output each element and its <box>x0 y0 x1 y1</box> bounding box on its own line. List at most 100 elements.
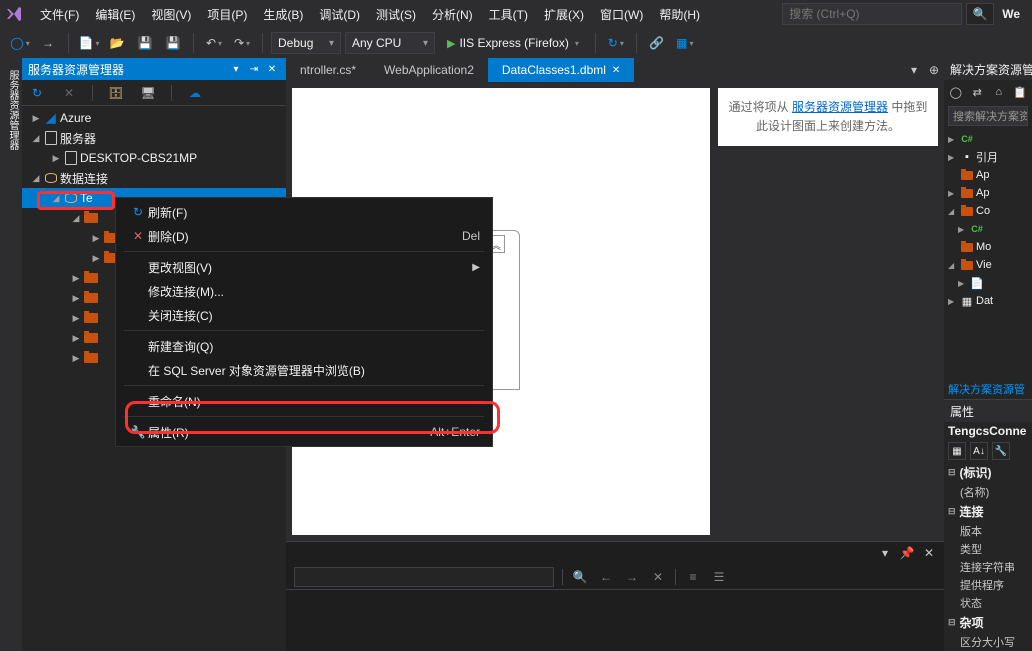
prop-row[interactable]: 版本 <box>944 522 1032 540</box>
panel-close-icon[interactable]: ✕ <box>264 61 280 77</box>
menu-debug[interactable]: 调试(D) <box>311 2 368 27</box>
ctx-properties[interactable]: 🔧 属性(R) Alt+Enter <box>118 420 490 444</box>
prop-row[interactable]: 区分大小写 <box>944 633 1032 651</box>
output-next-icon[interactable]: → <box>623 568 641 586</box>
azure-icon[interactable]: ☁ <box>186 84 204 102</box>
menu-window[interactable]: 窗口(W) <box>592 2 651 27</box>
menu-build[interactable]: 生成(B) <box>255 2 311 27</box>
ext-button[interactable]: ▦▾ <box>673 31 697 55</box>
output-prev-icon[interactable]: ← <box>597 568 615 586</box>
menu-edit[interactable]: 编辑(E) <box>87 2 143 27</box>
expander-icon[interactable]: ▶ <box>90 253 102 264</box>
platform-dropdown[interactable]: Any CPU <box>345 32 435 54</box>
expander-icon[interactable]: ◢ <box>50 193 62 204</box>
tree-node-servers[interactable]: ◢ 服务器 <box>22 128 286 148</box>
expander-icon[interactable]: ▶ <box>90 233 102 244</box>
ctx-modify-connection[interactable]: 修改连接(M)... <box>118 279 490 303</box>
show-all-icon[interactable]: 📋 <box>1013 84 1029 100</box>
solution-explorer-link[interactable]: 解决方案资源管 <box>944 379 1032 399</box>
menu-analyze[interactable]: 分析(N) <box>424 2 481 27</box>
ctx-browse-ssoe[interactable]: 在 SQL Server 对象资源管理器中浏览(B) <box>118 358 490 382</box>
solution-node[interactable]: ▶📄 <box>944 274 1032 292</box>
expander-icon[interactable]: ▶ <box>70 353 82 364</box>
solution-node[interactable]: Ap <box>944 166 1032 184</box>
doc-tab-controller[interactable]: ntroller.cs* <box>286 58 370 82</box>
expander-icon[interactable]: ▶ <box>70 293 82 304</box>
expander-icon[interactable]: ▶ <box>30 113 42 124</box>
ctx-new-query[interactable]: 新建查询(Q) <box>118 334 490 358</box>
solution-node[interactable]: ▶Ap <box>944 184 1032 202</box>
prop-row[interactable]: 类型 <box>944 540 1032 558</box>
nav-back-button[interactable]: ◯▾ <box>8 31 32 55</box>
output-wrap-icon[interactable]: ≡ <box>684 568 702 586</box>
refresh-button[interactable]: ↻▾ <box>604 31 628 55</box>
ctx-change-view[interactable]: 更改视图(V) ▶ <box>118 255 490 279</box>
solution-node[interactable]: ▶C# <box>944 220 1032 238</box>
menu-project[interactable]: 项目(P) <box>199 2 255 27</box>
run-button[interactable]: ▶ IIS Express (Firefox) ▾ <box>439 32 587 54</box>
refresh-icon[interactable]: ↻ <box>28 84 46 102</box>
save-all-button[interactable]: 💾 <box>161 31 185 55</box>
open-button[interactable]: 📂 <box>105 31 129 55</box>
output-find-icon[interactable]: 🔍 <box>571 568 589 586</box>
menu-tools[interactable]: 工具(T) <box>481 2 536 27</box>
prop-category-misc[interactable]: ⊟杂项 <box>944 612 1032 633</box>
nav-fwd-button[interactable]: → <box>36 31 60 55</box>
menu-test[interactable]: 测试(S) <box>368 2 424 27</box>
redo-button[interactable]: ↷▾ <box>230 31 254 55</box>
expander-icon[interactable]: ▶ <box>70 273 82 284</box>
ctx-refresh[interactable]: ↻ 刷新(F) <box>118 200 490 224</box>
config-dropdown[interactable]: Debug <box>271 32 341 54</box>
solution-node[interactable]: ▶▪引月 <box>944 148 1032 166</box>
tree-node-desktop[interactable]: ▶ DESKTOP-CBS21MP <box>22 148 286 168</box>
ctx-rename[interactable]: 重命名(N) <box>118 389 490 413</box>
expander-icon[interactable]: ◢ <box>30 173 42 184</box>
output-source-dropdown[interactable] <box>294 567 554 587</box>
expander-icon[interactable]: ◢ <box>30 133 42 144</box>
solution-node[interactable]: ▶▦Dat <box>944 292 1032 310</box>
prop-row[interactable]: 连接字符串 <box>944 558 1032 576</box>
account-label[interactable]: We <box>994 3 1028 25</box>
doc-tab-dataclasses[interactable]: DataClasses1.dbml ✕ <box>488 58 634 82</box>
alphabetical-icon[interactable]: A↓ <box>970 442 988 460</box>
solution-search-input[interactable]: 搜索解决方案资 <box>948 106 1028 126</box>
sync-icon[interactable]: ⇄ <box>970 84 986 100</box>
output-clear-icon[interactable]: ✕ <box>649 568 667 586</box>
prop-pages-icon[interactable]: 🔧 <box>992 442 1010 460</box>
expander-icon[interactable]: ▶ <box>70 313 82 324</box>
home2-icon[interactable]: ⌂ <box>991 84 1007 100</box>
menu-file[interactable]: 文件(F) <box>32 2 87 27</box>
panel-dropdown-icon[interactable]: ▾ <box>228 61 244 77</box>
ctx-delete[interactable]: ✕ 删除(D) Del <box>118 224 490 248</box>
hint-link[interactable]: 服务器资源管理器 <box>792 100 888 114</box>
global-search-input[interactable] <box>782 3 962 25</box>
prop-row[interactable]: (名称) <box>944 483 1032 501</box>
connect-db-icon[interactable]: 🗄 <box>107 84 125 102</box>
prop-row[interactable]: 状态 <box>944 594 1032 612</box>
output-list-icon[interactable]: ☰ <box>710 568 728 586</box>
panel-pin-icon[interactable]: ⇥ <box>246 61 262 77</box>
save-button[interactable]: 💾 <box>133 31 157 55</box>
home-icon[interactable]: ◯ <box>948 84 964 100</box>
tab-close-icon[interactable]: ✕ <box>612 65 620 76</box>
stop-icon[interactable]: ✕ <box>60 84 78 102</box>
browser-link-button[interactable]: 🔗 <box>645 31 669 55</box>
output-pin-icon[interactable]: 📌 <box>898 544 916 562</box>
solution-node[interactable]: Mo <box>944 238 1032 256</box>
connect-server-icon[interactable]: 🖥 <box>139 84 157 102</box>
output-close-icon[interactable]: ✕ <box>920 544 938 562</box>
new-button[interactable]: 📄▾ <box>77 31 101 55</box>
designer-methods-pane[interactable]: 通过将项从 服务器资源管理器 中拖到此设计图面上来创建方法。 <box>718 88 938 146</box>
ctx-close-connection[interactable]: 关闭连接(C) <box>118 303 490 327</box>
tree-node-azure[interactable]: ▶ ◢ Azure <box>22 108 286 128</box>
solution-node[interactable]: ▶C# <box>944 130 1032 148</box>
menu-help[interactable]: 帮助(H) <box>651 2 708 27</box>
expander-icon[interactable]: ◢ <box>70 213 82 224</box>
prop-row[interactable]: 提供程序 <box>944 576 1032 594</box>
solution-node[interactable]: ◢Vie <box>944 256 1032 274</box>
output-dropdown-icon[interactable]: ▾ <box>876 544 894 562</box>
tree-node-data-connections[interactable]: ◢ 数据连接 <box>22 168 286 188</box>
search-submit-icon[interactable]: 🔍 <box>966 3 994 25</box>
menu-extensions[interactable]: 扩展(X) <box>536 2 592 27</box>
prop-category-connection[interactable]: ⊟连接 <box>944 501 1032 522</box>
